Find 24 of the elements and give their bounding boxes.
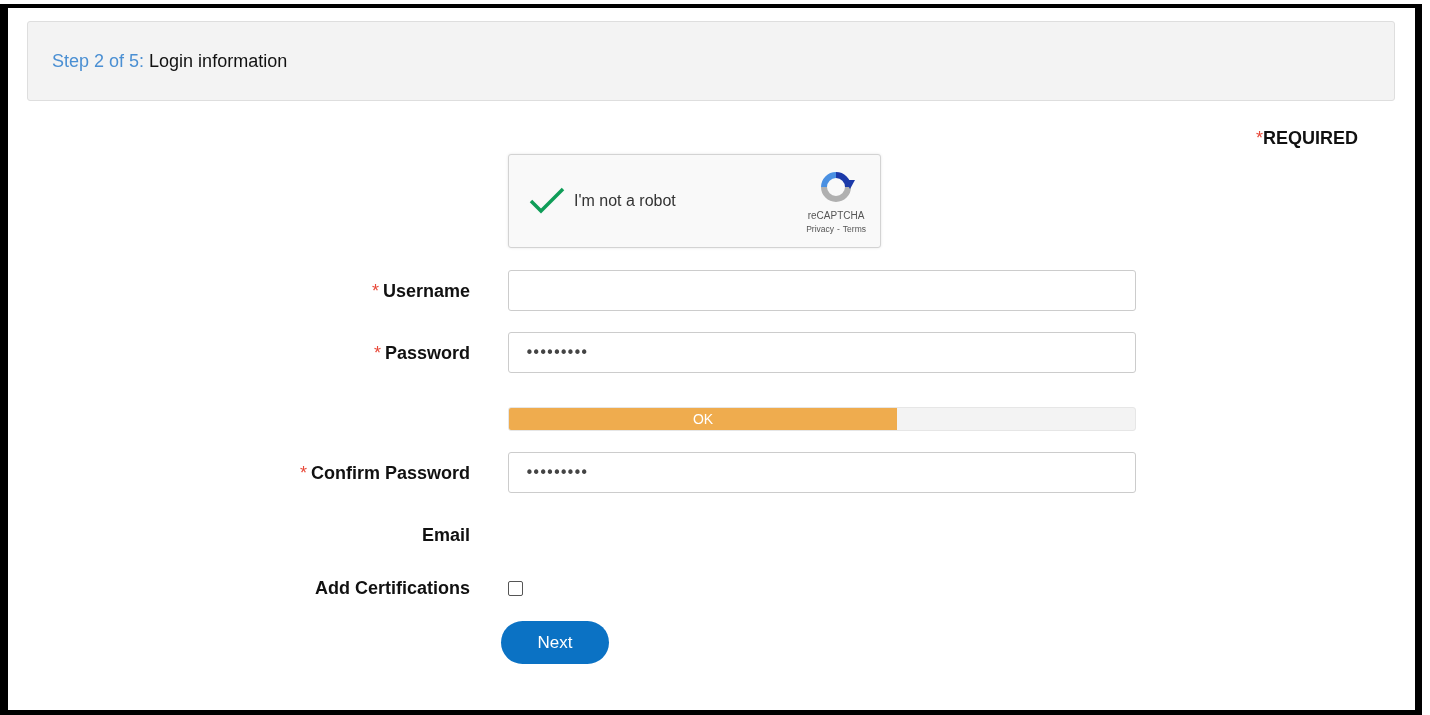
required-note: REQUIRED [1263,128,1358,150]
password-field[interactable]: ••••••••• [508,452,1136,493]
field-label: Email [421,524,470,547]
field-label: Add Certifications [315,577,470,600]
username-field[interactable] [508,270,1136,311]
required-asterisk: * [299,461,307,485]
captcha-label: I'm not a robot [574,192,677,210]
strength-fill: OK [509,408,898,430]
step-indicator: Step 2 of 5: [52,50,145,72]
checkbox[interactable] [508,580,523,596]
check-icon[interactable] [529,187,565,215]
field-label: Password [384,341,470,365]
link-separator: - [837,224,840,234]
required-asterisk: * [371,279,379,303]
terms-link[interactable]: Terms [842,224,866,234]
privacy-link[interactable]: Privacy [806,224,834,234]
section-title: Login information [149,50,288,72]
required-asterisk: * [1255,128,1263,150]
field-label: Confirm Password [310,461,470,485]
password-field[interactable]: ••••••••• [508,332,1136,373]
field-label: Username [382,279,470,303]
required-asterisk: * [373,341,381,365]
captcha-brand: reCAPTCHA [807,210,865,221]
next-button[interactable]: Next [501,621,609,664]
